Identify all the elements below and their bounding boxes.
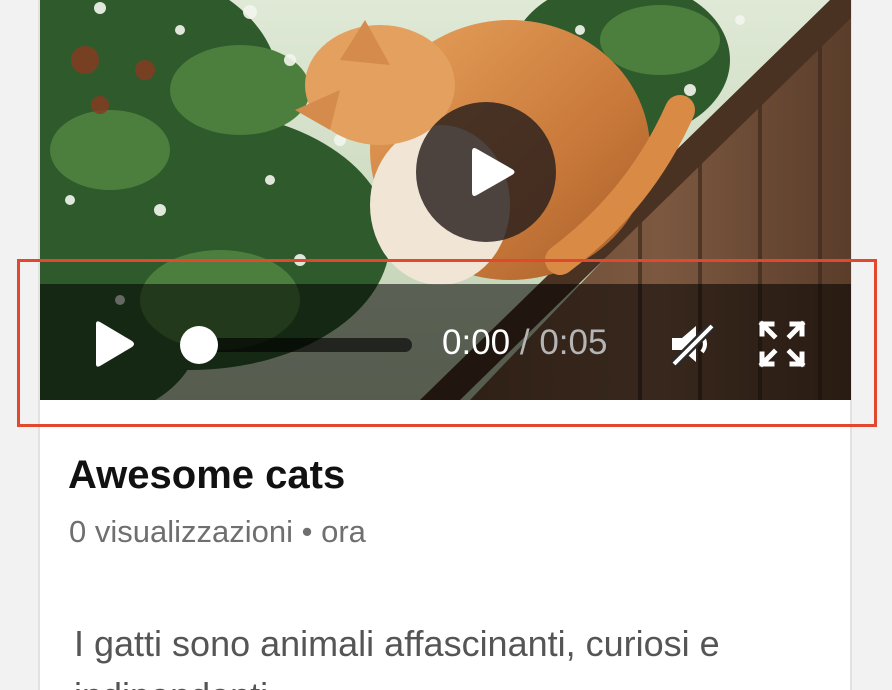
time-display: 0:00 / 0:05 (442, 322, 607, 364)
volume-muted-icon (670, 322, 716, 368)
progress-thumb[interactable] (180, 326, 218, 364)
video-controls-bar: 0:00 / 0:05 (40, 284, 851, 400)
video-player[interactable]: 0:00 / 0:05 (40, 0, 851, 400)
play-button[interactable] (92, 320, 136, 368)
fullscreen-button[interactable] (756, 318, 808, 370)
video-description: I gatti sono animali affascinanti, curio… (74, 623, 720, 690)
video-meta: 0 visualizzazioni • ora (69, 514, 366, 549)
play-icon (96, 321, 134, 367)
video-title: Awesome cats (68, 453, 346, 497)
duration: 0:05 (539, 323, 608, 362)
play-icon (472, 148, 515, 196)
page: 0:00 / 0:05 Awesome cats 0 visualizzazio… (0, 0, 892, 690)
big-play-button[interactable] (416, 102, 556, 242)
time-separator: / (510, 323, 540, 362)
progress-slider[interactable] (180, 326, 412, 364)
fullscreen-icon (758, 320, 806, 368)
mute-button[interactable] (668, 320, 718, 368)
current-time: 0:00 (442, 323, 511, 362)
